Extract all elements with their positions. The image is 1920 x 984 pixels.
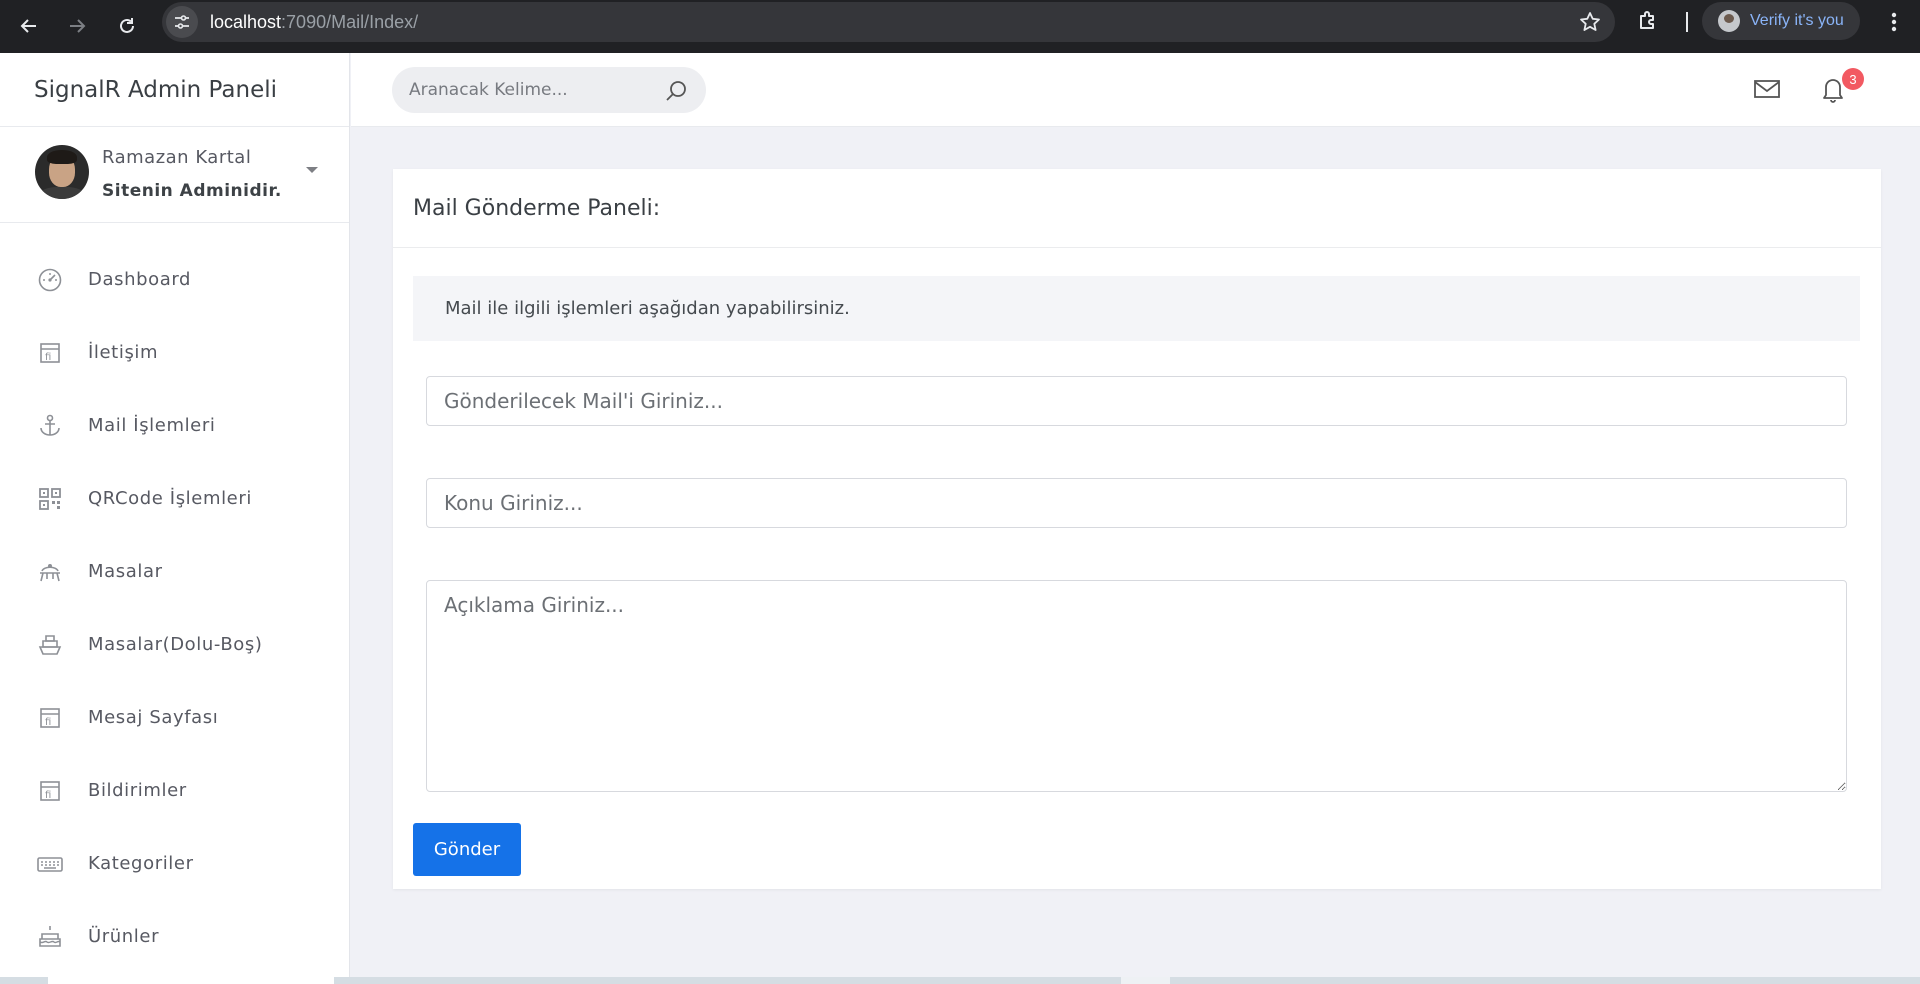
sidebar-item-label: Kategoriler — [88, 853, 194, 874]
sidebar-item-label: Dashboard — [88, 269, 192, 290]
mail-address-input[interactable] — [426, 376, 1847, 426]
top-navbar: 3 — [351, 53, 1920, 127]
sidebar-menu: Dashboard fi İletişim Mail İşlemleri QRC… — [0, 223, 349, 973]
speedometer-icon — [37, 267, 63, 293]
sidebar-item-label: Bildirimler — [88, 780, 187, 801]
envelope-icon[interactable] — [1753, 78, 1781, 104]
description-textarea[interactable] — [426, 580, 1847, 792]
svg-text:fi: fi — [45, 352, 51, 363]
table-icon — [37, 559, 63, 585]
sidebar-item-masalar-dolu-bos[interactable]: Masalar(Dolu-Boş) — [0, 608, 349, 681]
notification-badge: 3 — [1842, 68, 1864, 90]
sidebar-item-dashboard[interactable]: Dashboard — [0, 243, 349, 316]
sidebar-item-iletisim[interactable]: fi İletişim — [0, 316, 349, 389]
cake-icon — [37, 924, 63, 950]
site-info-icon[interactable] — [166, 6, 198, 38]
caret-down-icon[interactable] — [306, 167, 318, 173]
sidebar-item-bildirimler[interactable]: fi Bildirimler — [0, 754, 349, 827]
sidebar-item-label: Masalar(Dolu-Boş) — [88, 634, 263, 655]
send-button[interactable]: Gönder — [413, 823, 521, 876]
sidebar-item-qrcode-islemleri[interactable]: QRCode İşlemleri — [0, 462, 349, 535]
search-input[interactable] — [409, 80, 649, 100]
sidebar-item-urunler[interactable]: Ürünler — [0, 900, 349, 973]
sidebar: SignalR Admin Paneli Ramazan Kartal Site… — [0, 53, 350, 977]
anchor-icon — [37, 413, 63, 439]
search-box — [392, 67, 706, 113]
mail-panel-card: Mail Gönderme Paneli: Mail ile ilgili iş… — [393, 169, 1881, 889]
sidebar-item-label: QRCode İşlemleri — [88, 488, 252, 509]
document-icon: fi — [37, 705, 63, 731]
sidebar-item-mail-islemleri[interactable]: Mail İşlemleri — [0, 389, 349, 462]
extensions-puzzle-icon[interactable] — [1636, 9, 1660, 37]
qrcode-icon — [37, 486, 63, 512]
user-role: Sitenin Adminidir. — [102, 181, 282, 201]
sidebar-item-label: Ürünler — [88, 926, 160, 947]
taskbar-segment — [48, 977, 334, 984]
user-name: Ramazan Kartal — [102, 147, 252, 168]
svg-text:fi: fi — [45, 790, 51, 801]
more-vert-icon[interactable] — [1890, 11, 1898, 37]
search-icon[interactable] — [664, 79, 688, 107]
info-alert: Mail ile ilgili işlemleri aşağıdan yapab… — [413, 276, 1860, 341]
arrow-right-icon — [70, 19, 86, 33]
browser-toolbar: localhost:7090/Mail/Index/ Verify it's y… — [0, 0, 1920, 53]
bookmark-star-icon[interactable] — [1579, 11, 1601, 37]
avatar — [35, 145, 89, 199]
reload-icon — [120, 18, 134, 33]
taskbar-edge — [0, 977, 1920, 984]
ship-icon — [37, 632, 63, 658]
user-panel[interactable]: Ramazan Kartal Sitenin Adminidir. — [0, 127, 349, 223]
arrow-left-icon — [20, 19, 36, 33]
url-host: localhost — [210, 11, 282, 32]
address-bar[interactable]: localhost:7090/Mail/Index/ — [162, 2, 1615, 42]
back-button[interactable] — [14, 11, 44, 41]
profile-label: Verify it's you — [1750, 12, 1844, 29]
toolbar-divider — [1686, 12, 1688, 32]
forward-button[interactable] — [62, 11, 92, 41]
url-text: localhost:7090/Mail/Index/ — [210, 12, 418, 33]
sidebar-item-label: İletişim — [88, 342, 159, 363]
sidebar-item-mesaj-sayfasi[interactable]: fi Mesaj Sayfası — [0, 681, 349, 754]
sidebar-item-kategoriler[interactable]: Kategoriler — [0, 827, 349, 900]
document-icon: fi — [37, 778, 63, 804]
sidebar-item-label: Masalar — [88, 561, 163, 582]
brand-title[interactable]: SignalR Admin Paneli — [0, 53, 349, 127]
sidebar-item-label: Mesaj Sayfası — [88, 707, 219, 728]
document-icon: fi — [37, 340, 63, 366]
keyboard-icon — [37, 851, 63, 877]
url-path: :7090/Mail/Index/ — [281, 11, 419, 32]
reload-button[interactable] — [112, 11, 142, 41]
sidebar-item-label: Mail İşlemleri — [88, 415, 216, 436]
profile-avatar — [1718, 10, 1740, 32]
taskbar-segment — [1121, 977, 1170, 984]
svg-text:fi: fi — [45, 717, 51, 728]
profile-button[interactable]: Verify it's you — [1702, 2, 1860, 40]
card-title: Mail Gönderme Paneli: — [393, 169, 1881, 248]
sidebar-item-masalar[interactable]: Masalar — [0, 535, 349, 608]
subject-input[interactable] — [426, 478, 1847, 528]
